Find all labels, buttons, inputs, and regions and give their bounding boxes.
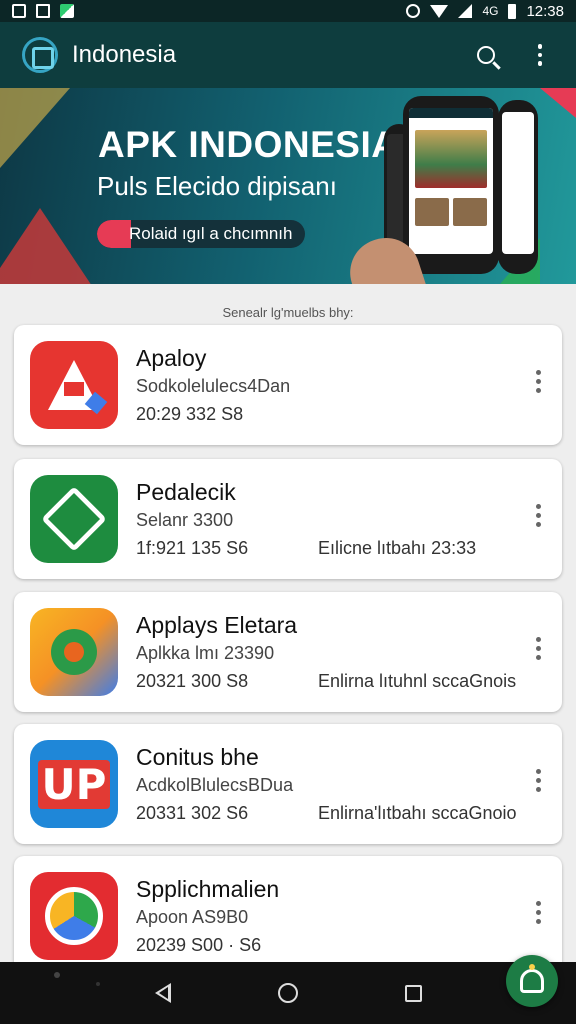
wifi-icon — [430, 4, 449, 18]
app-card[interactable]: Pedalecik Selanr 3300 1f:921 135 S6 Eıli… — [14, 459, 562, 579]
app-subtitle: Sodkolelulecs4Dan — [136, 376, 291, 396]
app-icon-a — [30, 341, 118, 429]
app-meta: 20321 300 S8 — [136, 671, 249, 691]
banner-title: APK INDONESIA — [98, 124, 399, 165]
alarm-icon — [406, 4, 421, 18]
home-button[interactable] — [264, 969, 312, 1017]
home-icon — [277, 983, 298, 1003]
app-extra: Enlirna lıtuhnl sccaGnois — [318, 671, 517, 691]
app-card[interactable]: Applays Eletara Aplkka lmı 23390 20321 3… — [14, 592, 562, 712]
signal-icon — [458, 4, 473, 18]
search-icon — [477, 46, 495, 64]
app-bar: Indonesia — [0, 22, 576, 88]
banner-subtitle: Puls Elecido dipisanı — [97, 171, 337, 201]
card-more-icon[interactable] — [526, 628, 550, 668]
app-icon-c — [30, 608, 118, 696]
app-logo-icon[interactable] — [22, 37, 58, 73]
app-extra: Eılicne lıtbahı 23:33 — [318, 538, 477, 558]
app-icon-text: UP — [37, 759, 111, 809]
phone-illustration — [498, 100, 538, 274]
recents-button[interactable] — [389, 969, 437, 1017]
card-more-icon[interactable] — [526, 892, 550, 932]
app-extra: Enlirna'lıtbahı sccaGnoio — [318, 803, 517, 823]
app-subtitle: Selanr 3300 — [136, 510, 234, 530]
battery-icon — [508, 3, 517, 19]
app-card[interactable]: Spplichmalien Apoon AS9B0 20239 S00 · S6 — [14, 856, 562, 976]
app-meta: 20:29 332 S8 — [136, 404, 244, 424]
app-subtitle: Apoon AS9B0 — [136, 907, 249, 927]
notification-icon — [12, 4, 26, 18]
more-vert-icon — [537, 44, 543, 66]
promo-banner[interactable]: APK INDONESIA Puls Elecido dipisanı Rola… — [0, 88, 576, 284]
app-subtitle: AcdkolBlulecsBDua — [136, 775, 294, 795]
image-icon — [36, 4, 50, 18]
banner-cta-label: Rolaid ıgıl a chcımnıh — [129, 224, 293, 243]
app-card[interactable]: Apaloy Sodkolelulecs4Dan 20:29 332 S8 — [14, 325, 562, 445]
status-bar: 4G 12:38 — [0, 0, 576, 22]
app-name: Conitus bhe — [136, 744, 259, 770]
app-name: Pedalecik — [136, 479, 236, 505]
app-meta: 20331 302 S6 — [136, 803, 249, 823]
assistant-fab-button[interactable] — [506, 955, 558, 1007]
status-right: 4G 12:38 — [406, 3, 564, 20]
app-name: Applays Eletara — [136, 612, 298, 638]
recents-icon — [404, 984, 422, 1002]
app-meta: 1f:921 135 S6 — [136, 538, 249, 558]
app-name: Apaloy — [136, 345, 207, 371]
app-meta: 20239 S00 · S6 — [136, 935, 262, 955]
system-nav-bar — [0, 962, 576, 1024]
decor-triangle — [0, 208, 100, 284]
card-more-icon[interactable] — [526, 361, 550, 401]
app-icon-b — [30, 475, 118, 563]
status-time: 12:38 — [526, 2, 564, 20]
card-more-icon[interactable] — [526, 495, 550, 535]
back-button[interactable] — [139, 969, 187, 1017]
page-title: Indonesia — [72, 41, 177, 68]
app-name: Spplichmalien — [136, 876, 280, 902]
app-subtitle: Aplkka lmı 23390 — [136, 643, 275, 663]
app-icon-e — [30, 872, 118, 960]
decor-triangle — [540, 88, 576, 118]
status-left — [12, 4, 74, 18]
download-icon — [60, 4, 74, 18]
search-button[interactable] — [466, 35, 506, 75]
decor-triangle — [0, 88, 70, 168]
nav-indicator-dot — [54, 972, 60, 978]
nav-indicator-dot — [96, 982, 100, 986]
section-caption: Senealr lg'muelbs bhy: — [222, 305, 354, 320]
card-more-icon[interactable] — [526, 760, 550, 800]
phone-illustration — [403, 96, 499, 274]
app-icon-d: UP — [30, 740, 118, 828]
network-type: 4G — [482, 4, 499, 18]
back-icon — [154, 983, 171, 1003]
app-card[interactable]: UP Conitus bhe AcdkolBlulecsBDua 20331 3… — [14, 724, 562, 844]
banner-cta-button[interactable]: Rolaid ıgıl a chcımnıh — [97, 220, 305, 248]
assistant-icon — [520, 964, 544, 993]
more-options-button[interactable] — [520, 35, 560, 75]
